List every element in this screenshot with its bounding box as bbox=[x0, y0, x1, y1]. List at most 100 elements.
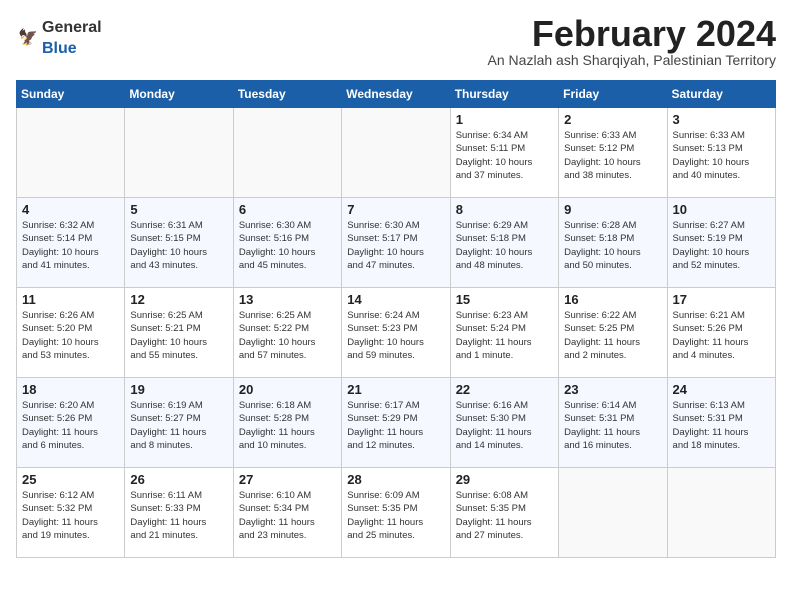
day-number: 15 bbox=[456, 292, 553, 307]
calendar-cell: 29 Sunrise: 6:08 AM Sunset: 5:35 PM Dayli… bbox=[450, 468, 558, 558]
day-header-thursday: Thursday bbox=[450, 81, 558, 108]
day-number: 23 bbox=[564, 382, 661, 397]
day-info: Sunrise: 6:23 AM Sunset: 5:24 PM Dayligh… bbox=[456, 309, 553, 362]
day-info: Sunrise: 6:30 AM Sunset: 5:16 PM Dayligh… bbox=[239, 219, 336, 272]
day-info: Sunrise: 6:08 AM Sunset: 5:35 PM Dayligh… bbox=[456, 489, 553, 542]
day-header-monday: Monday bbox=[125, 81, 233, 108]
day-info: Sunrise: 6:13 AM Sunset: 5:31 PM Dayligh… bbox=[673, 399, 770, 452]
day-number: 7 bbox=[347, 202, 444, 217]
day-info: Sunrise: 6:31 AM Sunset: 5:15 PM Dayligh… bbox=[130, 219, 227, 272]
month-title: February 2024 bbox=[488, 16, 776, 52]
calendar-cell: 19 Sunrise: 6:19 AM Sunset: 5:27 PM Dayli… bbox=[125, 378, 233, 468]
logo-icon: 🦅 bbox=[18, 25, 42, 49]
day-info: Sunrise: 6:18 AM Sunset: 5:28 PM Dayligh… bbox=[239, 399, 336, 452]
day-info: Sunrise: 6:21 AM Sunset: 5:26 PM Dayligh… bbox=[673, 309, 770, 362]
header: 🦅 General Blue February 2024 An Nazlah a… bbox=[16, 16, 776, 76]
day-number: 27 bbox=[239, 472, 336, 487]
calendar-cell: 17 Sunrise: 6:21 AM Sunset: 5:26 PM Dayli… bbox=[667, 288, 775, 378]
day-number: 4 bbox=[22, 202, 119, 217]
day-number: 18 bbox=[22, 382, 119, 397]
svg-text:🦅: 🦅 bbox=[18, 28, 38, 47]
day-info: Sunrise: 6:33 AM Sunset: 5:13 PM Dayligh… bbox=[673, 129, 770, 182]
day-header-friday: Friday bbox=[559, 81, 667, 108]
day-info: Sunrise: 6:27 AM Sunset: 5:19 PM Dayligh… bbox=[673, 219, 770, 272]
calendar-cell: 15 Sunrise: 6:23 AM Sunset: 5:24 PM Dayli… bbox=[450, 288, 558, 378]
calendar-cell: 10 Sunrise: 6:27 AM Sunset: 5:19 PM Dayli… bbox=[667, 198, 775, 288]
calendar-cell: 27 Sunrise: 6:10 AM Sunset: 5:34 PM Dayli… bbox=[233, 468, 341, 558]
day-number: 12 bbox=[130, 292, 227, 307]
day-number: 10 bbox=[673, 202, 770, 217]
day-info: Sunrise: 6:16 AM Sunset: 5:30 PM Dayligh… bbox=[456, 399, 553, 452]
day-number: 8 bbox=[456, 202, 553, 217]
day-number: 14 bbox=[347, 292, 444, 307]
day-number: 16 bbox=[564, 292, 661, 307]
calendar-cell bbox=[125, 108, 233, 198]
calendar-week-1: 1Sunrise: 6:34 AM Sunset: 5:11 PM Daylig… bbox=[17, 108, 776, 198]
calendar-cell: 5 Sunrise: 6:31 AM Sunset: 5:15 PM Daylig… bbox=[125, 198, 233, 288]
day-number: 24 bbox=[673, 382, 770, 397]
calendar-cell: 3 Sunrise: 6:33 AM Sunset: 5:13 PM Daylig… bbox=[667, 108, 775, 198]
day-info: Sunrise: 6:28 AM Sunset: 5:18 PM Dayligh… bbox=[564, 219, 661, 272]
day-number: 29 bbox=[456, 472, 553, 487]
day-number: 19 bbox=[130, 382, 227, 397]
calendar-cell: 4 Sunrise: 6:32 AM Sunset: 5:14 PM Daylig… bbox=[17, 198, 125, 288]
calendar-cell bbox=[17, 108, 125, 198]
day-info: Sunrise: 6:34 AM Sunset: 5:11 PM Dayligh… bbox=[456, 129, 553, 182]
day-info: Sunrise: 6:09 AM Sunset: 5:35 PM Dayligh… bbox=[347, 489, 444, 542]
day-number: 28 bbox=[347, 472, 444, 487]
day-number: 11 bbox=[22, 292, 119, 307]
day-info: Sunrise: 6:26 AM Sunset: 5:20 PM Dayligh… bbox=[22, 309, 119, 362]
calendar-cell: 16 Sunrise: 6:22 AM Sunset: 5:25 PM Dayli… bbox=[559, 288, 667, 378]
day-info: Sunrise: 6:25 AM Sunset: 5:21 PM Dayligh… bbox=[130, 309, 227, 362]
day-info: Sunrise: 6:30 AM Sunset: 5:17 PM Dayligh… bbox=[347, 219, 444, 272]
logo-general-text: General bbox=[42, 19, 102, 36]
day-number: 25 bbox=[22, 472, 119, 487]
calendar-cell: 8Sunrise: 6:29 AM Sunset: 5:18 PM Daylig… bbox=[450, 198, 558, 288]
day-number: 26 bbox=[130, 472, 227, 487]
calendar-cell: 25 Sunrise: 6:12 AM Sunset: 5:32 PM Dayli… bbox=[17, 468, 125, 558]
calendar-week-2: 4 Sunrise: 6:32 AM Sunset: 5:14 PM Daylig… bbox=[17, 198, 776, 288]
day-number: 3 bbox=[673, 112, 770, 127]
day-info: Sunrise: 6:19 AM Sunset: 5:27 PM Dayligh… bbox=[130, 399, 227, 452]
calendar-week-3: 11 Sunrise: 6:26 AM Sunset: 5:20 PM Dayli… bbox=[17, 288, 776, 378]
calendar-header-row: SundayMondayTuesdayWednesdayThursdayFrid… bbox=[17, 81, 776, 108]
day-info: Sunrise: 6:11 AM Sunset: 5:33 PM Dayligh… bbox=[130, 489, 227, 542]
calendar-cell: 2Sunrise: 6:33 AM Sunset: 5:12 PM Daylig… bbox=[559, 108, 667, 198]
calendar-cell: 6 Sunrise: 6:30 AM Sunset: 5:16 PM Daylig… bbox=[233, 198, 341, 288]
calendar-cell: 1Sunrise: 6:34 AM Sunset: 5:11 PM Daylig… bbox=[450, 108, 558, 198]
calendar-cell: 12 Sunrise: 6:25 AM Sunset: 5:21 PM Dayli… bbox=[125, 288, 233, 378]
calendar-cell: 21 Sunrise: 6:17 AM Sunset: 5:29 PM Dayli… bbox=[342, 378, 450, 468]
day-number: 5 bbox=[130, 202, 227, 217]
day-number: 9 bbox=[564, 202, 661, 217]
day-header-wednesday: Wednesday bbox=[342, 81, 450, 108]
day-info: Sunrise: 6:24 AM Sunset: 5:23 PM Dayligh… bbox=[347, 309, 444, 362]
calendar-cell: 7 Sunrise: 6:30 AM Sunset: 5:17 PM Daylig… bbox=[342, 198, 450, 288]
logo-blue-text: Blue bbox=[42, 40, 77, 57]
day-header-sunday: Sunday bbox=[17, 81, 125, 108]
day-number: 13 bbox=[239, 292, 336, 307]
day-number: 6 bbox=[239, 202, 336, 217]
day-header-saturday: Saturday bbox=[667, 81, 775, 108]
logo: 🦅 General Blue bbox=[16, 16, 102, 58]
day-info: Sunrise: 6:17 AM Sunset: 5:29 PM Dayligh… bbox=[347, 399, 444, 452]
calendar-cell: 22 Sunrise: 6:16 AM Sunset: 5:30 PM Dayli… bbox=[450, 378, 558, 468]
day-info: Sunrise: 6:32 AM Sunset: 5:14 PM Dayligh… bbox=[22, 219, 119, 272]
day-info: Sunrise: 6:10 AM Sunset: 5:34 PM Dayligh… bbox=[239, 489, 336, 542]
title-block: February 2024 An Nazlah ash Sharqiyah, P… bbox=[488, 16, 776, 76]
calendar-week-5: 25 Sunrise: 6:12 AM Sunset: 5:32 PM Dayli… bbox=[17, 468, 776, 558]
calendar-cell: 14 Sunrise: 6:24 AM Sunset: 5:23 PM Dayli… bbox=[342, 288, 450, 378]
day-info: Sunrise: 6:25 AM Sunset: 5:22 PM Dayligh… bbox=[239, 309, 336, 362]
day-number: 22 bbox=[456, 382, 553, 397]
day-info: Sunrise: 6:12 AM Sunset: 5:32 PM Dayligh… bbox=[22, 489, 119, 542]
calendar-cell: 11 Sunrise: 6:26 AM Sunset: 5:20 PM Dayli… bbox=[17, 288, 125, 378]
day-info: Sunrise: 6:22 AM Sunset: 5:25 PM Dayligh… bbox=[564, 309, 661, 362]
calendar-cell bbox=[342, 108, 450, 198]
calendar-week-4: 18 Sunrise: 6:20 AM Sunset: 5:26 PM Dayli… bbox=[17, 378, 776, 468]
day-number: 17 bbox=[673, 292, 770, 307]
day-info: Sunrise: 6:14 AM Sunset: 5:31 PM Dayligh… bbox=[564, 399, 661, 452]
day-info: Sunrise: 6:20 AM Sunset: 5:26 PM Dayligh… bbox=[22, 399, 119, 452]
day-header-tuesday: Tuesday bbox=[233, 81, 341, 108]
page-container: 🦅 General Blue February 2024 An Nazlah a… bbox=[16, 16, 776, 558]
calendar-cell: 20Sunrise: 6:18 AM Sunset: 5:28 PM Dayli… bbox=[233, 378, 341, 468]
day-number: 21 bbox=[347, 382, 444, 397]
